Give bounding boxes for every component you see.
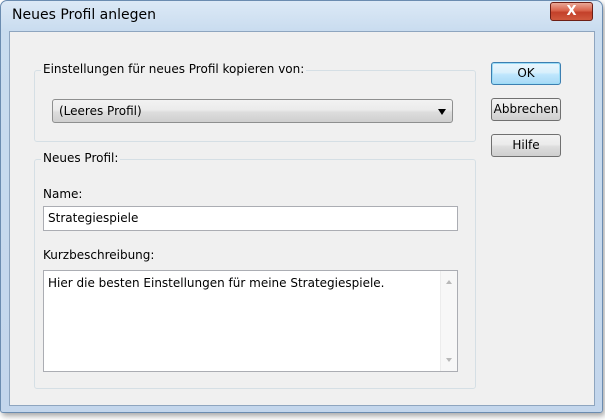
dialog-body: Einstellungen für neues Profil kopieren … [9,31,595,406]
name-field[interactable]: Strategiespiele [43,206,458,231]
source-profile-value: (Leeres Profil) [59,104,142,118]
close-icon: X [566,4,577,19]
dialog-window: Neues Profil anlegen X Einstellungen für… [0,0,603,413]
description-label: Kurzbeschreibung: [43,248,155,262]
copy-settings-label: Einstellungen für neues Profil kopieren … [41,62,307,76]
new-profile-group: Neues Profil: Name: Strategiespiele Kurz… [34,151,476,389]
description-value: Hier die besten Einstellungen für meine … [48,276,385,290]
description-scrollbar[interactable] [440,271,457,371]
help-button[interactable]: Hilfe [491,134,561,157]
name-label: Name: [43,187,83,201]
description-field[interactable]: Hier die besten Einstellungen für meine … [43,270,458,372]
cancel-button[interactable]: Abbrechen [491,98,561,121]
new-profile-label: Neues Profil: [41,151,121,165]
close-button[interactable]: X [550,2,593,21]
title-bar[interactable]: Neues Profil anlegen X [1,1,602,31]
scroll-up-icon[interactable] [446,280,452,284]
copy-settings-group: Einstellungen für neues Profil kopieren … [34,62,476,142]
name-value: Strategiespiele [48,211,139,225]
ok-button[interactable]: OK [491,62,561,85]
source-profile-dropdown[interactable]: (Leeres Profil) [52,99,453,123]
window-title: Neues Profil anlegen [12,7,157,23]
scroll-down-icon[interactable] [446,358,452,362]
chevron-down-icon [438,109,446,115]
